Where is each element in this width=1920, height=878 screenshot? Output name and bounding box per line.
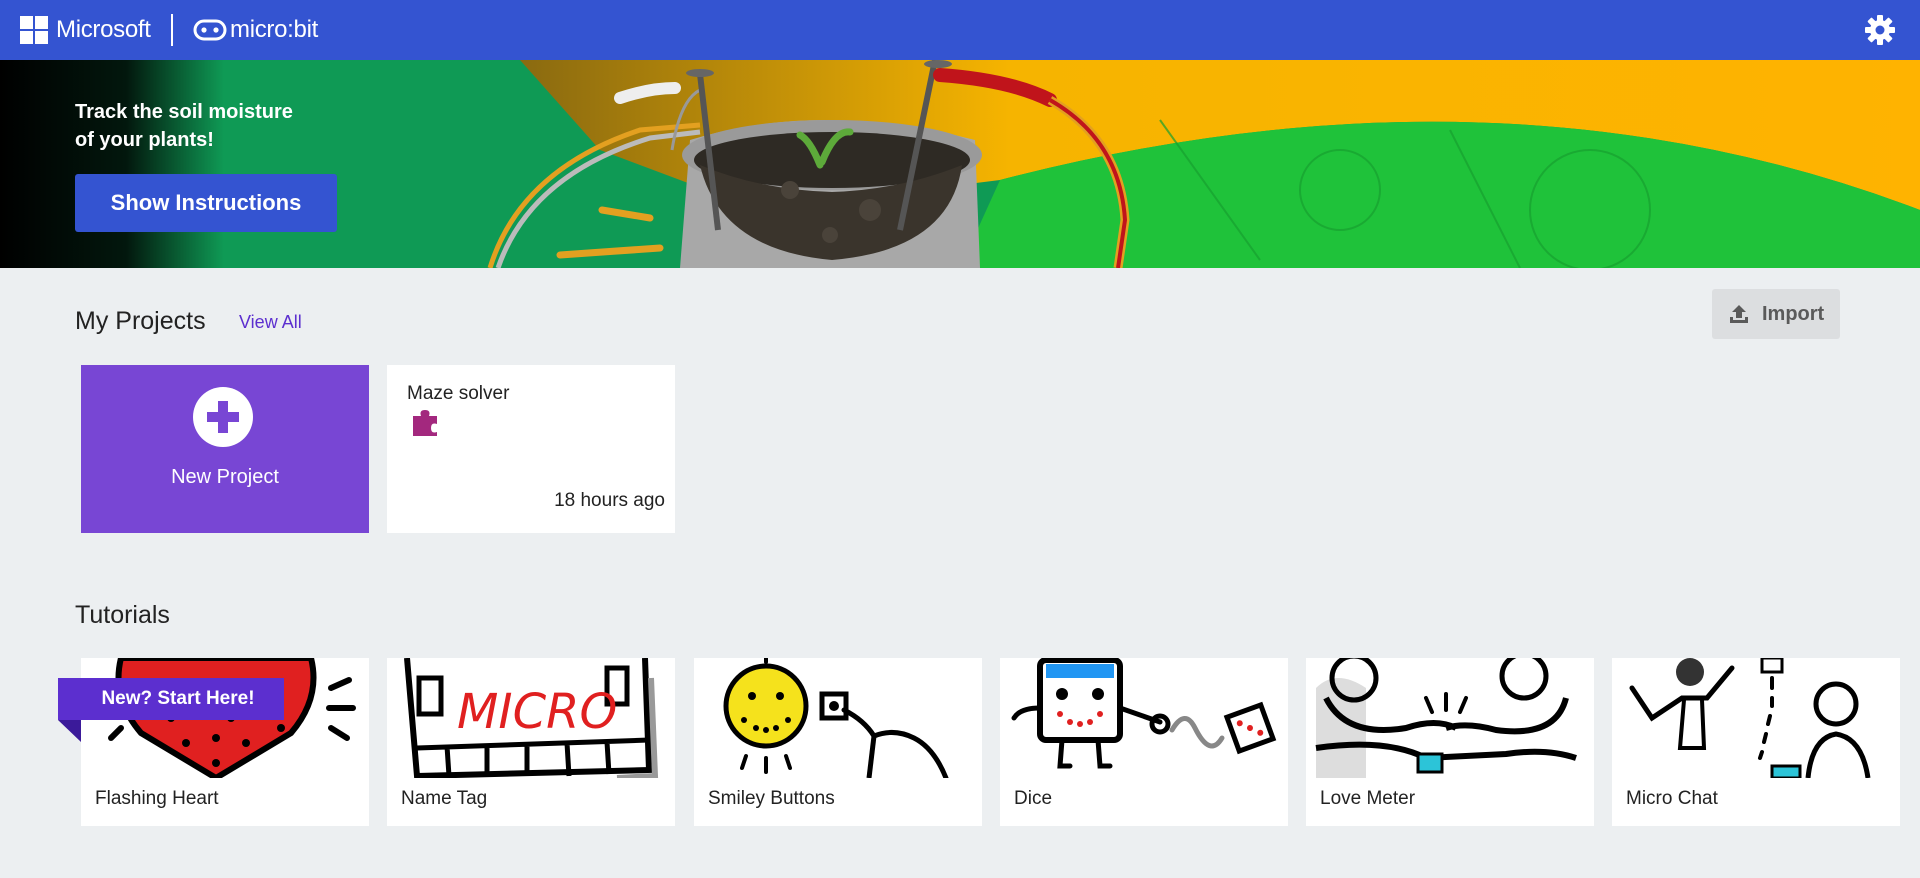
top-bar: Microsoft micro:bit xyxy=(0,0,1920,60)
tutorial-name: Love Meter xyxy=(1320,788,1416,809)
tutorial-card-smiley-buttons[interactable]: Smiley Buttons xyxy=(694,658,982,826)
my-projects-title: My Projects xyxy=(75,307,206,335)
ribbon-fold xyxy=(58,720,81,742)
upload-icon xyxy=(1730,305,1748,323)
tutorial-name: Smiley Buttons xyxy=(708,788,835,809)
new-project-label: New Project xyxy=(171,466,279,488)
new-start-here-ribbon: New? Start Here! xyxy=(58,678,284,720)
dice-illustration xyxy=(1011,658,1277,769)
import-button[interactable]: Import xyxy=(1712,289,1840,339)
hero-plant-image xyxy=(0,60,1920,268)
tutorial-name: Dice xyxy=(1014,788,1053,809)
show-instructions-button[interactable]: Show Instructions xyxy=(75,174,337,232)
view-all-link[interactable]: View All xyxy=(239,312,302,333)
project-timestamp: 18 hours ago xyxy=(554,490,665,511)
tutorials-title: Tutorials xyxy=(75,601,170,629)
hero-headline-line2: of your plants! xyxy=(75,129,214,151)
tutorial-card-name-tag[interactable]: MICRO Name Tag xyxy=(387,658,675,826)
tutorial-name: Flashing Heart xyxy=(95,788,219,809)
hero-banner: Track the soil moisture of your plants! … xyxy=(0,60,1920,268)
puzzle-piece-icon xyxy=(413,410,437,436)
project-card-maze-solver[interactable]: Maze solver 18 hours ago xyxy=(387,365,675,533)
name-tag-illustration: MICRO xyxy=(404,658,659,778)
brand-divider xyxy=(171,14,173,46)
svg-text:MICRO: MICRO xyxy=(457,684,617,740)
tutorial-card-love-meter[interactable]: Love Meter xyxy=(1306,658,1594,826)
micro-chat-illustration xyxy=(1629,658,1871,778)
microbit-logo-icon[interactable] xyxy=(193,18,227,42)
love-meter-illustration xyxy=(1315,658,1577,778)
tutorial-name: Micro Chat xyxy=(1626,788,1718,809)
tutorial-card-micro-chat[interactable]: Micro Chat xyxy=(1612,658,1900,826)
gear-icon[interactable] xyxy=(1864,14,1896,46)
brand-microsoft[interactable]: Microsoft xyxy=(56,15,151,45)
project-name: Maze solver xyxy=(407,383,510,404)
hero-headline: Track the soil moisture of your plants! xyxy=(75,98,335,154)
hero-headline-line1: Track the soil moisture xyxy=(75,101,293,123)
tutorial-name: Name Tag xyxy=(401,788,488,809)
plus-icon xyxy=(193,387,253,447)
brand-microbit[interactable]: micro:bit xyxy=(230,15,318,45)
tutorial-card-dice[interactable]: Dice xyxy=(1000,658,1288,826)
smiley-buttons-illustration xyxy=(723,658,949,778)
new-project-card[interactable]: New Project xyxy=(81,365,369,533)
microsoft-logo-icon[interactable] xyxy=(20,16,48,44)
import-label: Import xyxy=(1762,302,1825,325)
